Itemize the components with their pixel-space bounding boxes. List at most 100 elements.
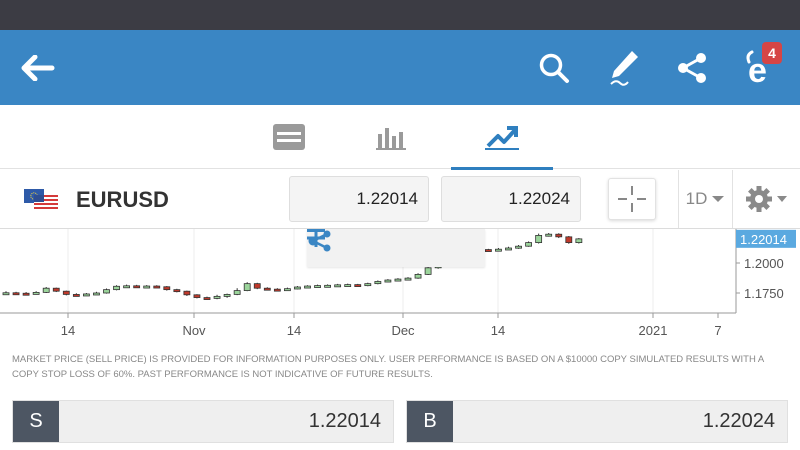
candle-body <box>525 242 532 247</box>
candle-body <box>2 292 10 296</box>
candle-body <box>374 281 382 285</box>
crosshair-button[interactable] <box>608 178 656 220</box>
candle-body <box>213 295 221 299</box>
candle-body <box>183 290 191 296</box>
candle-body <box>294 286 301 290</box>
bar-chart-icon <box>376 128 406 150</box>
candle-body <box>133 285 141 289</box>
x-tick-label: Dec <box>391 323 415 338</box>
candle-body <box>12 292 20 296</box>
candle-body <box>495 248 502 252</box>
period-selector[interactable]: 1D <box>678 170 732 228</box>
tab-chart[interactable] <box>451 105 553 170</box>
buy-button[interactable]: B 1.22024 <box>406 400 788 443</box>
candle-body <box>233 290 241 295</box>
candle-body <box>103 289 110 294</box>
candle-body <box>243 283 251 291</box>
zoom-controls <box>307 229 485 267</box>
price-chart[interactable]: 1.2000 1.1750 1.22014 14 Nov 14 Dec 14 2021 7 <box>0 228 800 350</box>
eur-usd-flag-icon <box>24 189 58 209</box>
x-tick-label: 14 <box>491 323 505 338</box>
candle-body <box>273 288 281 292</box>
candle-body <box>123 285 130 289</box>
notification-badge: 4 <box>762 42 782 64</box>
candle-body <box>263 287 271 291</box>
candle-body <box>93 292 100 296</box>
feed-icon <box>273 124 305 150</box>
tab-stats[interactable] <box>340 105 442 169</box>
x-tick-label: Nov <box>182 323 206 338</box>
candle-body <box>113 285 120 291</box>
candle-body <box>143 285 151 289</box>
app-bar: e 4 <box>0 30 800 105</box>
pencil-icon <box>610 50 638 86</box>
candle-body <box>253 283 261 289</box>
candle-body <box>484 249 492 252</box>
x-tick-label: 14 <box>61 323 75 338</box>
back-button[interactable] <box>8 30 68 105</box>
notifications-button[interactable]: e 4 <box>730 30 790 105</box>
buy-price-box[interactable]: 1.22024 <box>441 176 581 222</box>
candle-body <box>364 283 372 287</box>
candle-body <box>384 279 392 283</box>
candle-body <box>354 284 362 287</box>
candle-body <box>203 297 211 300</box>
share-button[interactable] <box>662 30 722 105</box>
x-tick-label: 7 <box>714 323 721 338</box>
candle-body <box>32 292 40 295</box>
candle-body <box>575 238 583 243</box>
candle-body <box>42 287 50 293</box>
candle-body <box>424 267 432 275</box>
gear-icon <box>745 186 787 212</box>
search-icon <box>539 53 569 83</box>
x-tick-label: 14 <box>287 323 301 338</box>
sell-value: 1.22014 <box>308 410 381 432</box>
candle-body <box>304 285 311 289</box>
search-button[interactable] <box>524 30 584 105</box>
instrument-bar: EURUSD 1.22014 1.22024 1D <box>0 170 800 228</box>
candle-body <box>223 294 231 297</box>
tab-feed[interactable] <box>238 105 340 169</box>
candle-body <box>414 274 422 279</box>
sell-price-box[interactable]: 1.22014 <box>289 176 429 222</box>
view-tabs <box>0 105 800 170</box>
candle-body <box>153 285 161 289</box>
candle-body <box>314 285 321 288</box>
instrument-symbol: EURUSD <box>76 187 169 212</box>
candle-body <box>344 284 352 287</box>
chart-share-button[interactable] <box>308 229 485 267</box>
share-icon <box>308 230 331 252</box>
back-arrow-icon <box>21 54 55 81</box>
chevron-down-icon <box>712 196 725 202</box>
sell-letter: S <box>13 401 59 442</box>
buy-letter: B <box>407 401 453 442</box>
candle-body <box>22 292 30 296</box>
candle-body <box>163 286 171 291</box>
zoom-in-button[interactable] <box>307 229 425 267</box>
candle-body <box>324 284 332 288</box>
buy-value: 1.22024 <box>702 410 775 432</box>
period-label: 1D <box>685 189 708 208</box>
current-price-label: 1.22014 <box>740 232 787 247</box>
y-tick-label: 1.1750 <box>744 286 784 301</box>
chart-settings-button[interactable] <box>732 170 800 228</box>
candle-body <box>505 247 512 251</box>
candle-body <box>535 235 543 243</box>
x-tick-label: 2021 <box>639 323 668 338</box>
candle-body <box>83 293 90 297</box>
candle-body <box>555 233 563 238</box>
edit-button[interactable] <box>594 30 654 105</box>
crosshair-icon <box>618 186 646 212</box>
trend-up-icon <box>485 126 519 150</box>
candle-body <box>52 287 60 292</box>
candle-body <box>72 294 80 297</box>
candle-body <box>565 236 573 243</box>
candle-body <box>283 288 291 292</box>
y-tick-label: 1.2000 <box>744 256 784 271</box>
candle-body <box>334 284 342 288</box>
status-bar <box>0 0 800 30</box>
sell-button[interactable]: S 1.22014 <box>12 400 394 443</box>
share-icon <box>678 52 706 83</box>
candle-body <box>394 278 402 282</box>
candle-body <box>193 294 201 298</box>
